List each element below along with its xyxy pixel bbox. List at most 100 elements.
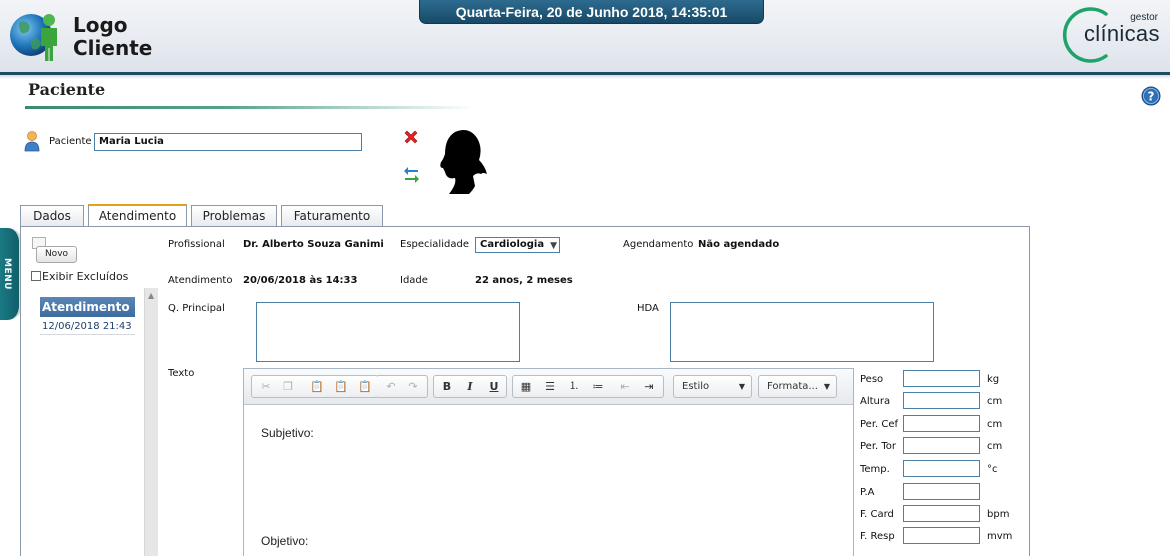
swap-arrows-icon[interactable] xyxy=(403,164,420,184)
vital-f-resp-input[interactable] xyxy=(903,527,980,544)
vital-temp-unit: °c xyxy=(987,464,998,475)
style-dropdown-label: Estilo xyxy=(682,381,710,392)
insert-group: ▦ ☰ ⒈ ≔ ⇤ ⇥ xyxy=(512,375,664,398)
patient-input[interactable]: Maria Lucia xyxy=(94,133,362,151)
hda-textarea[interactable] xyxy=(670,302,934,362)
vital-altura-label: Altura xyxy=(860,396,891,407)
vertical-scrollbar[interactable] xyxy=(144,288,158,556)
vital-per-cef-label: Per. Cef xyxy=(860,419,899,430)
horizontal-rule-icon[interactable]: ☰ xyxy=(540,379,560,395)
idade-label: Idade xyxy=(400,275,428,286)
clipboard-group: ✂ ❐ 📋 📋 📋 xyxy=(251,375,379,398)
bold-icon[interactable]: B xyxy=(437,379,457,395)
format-group: B I U xyxy=(433,375,507,398)
vital-f-card-label: F. Card xyxy=(860,509,894,520)
vital-f-card-unit: bpm xyxy=(987,509,1010,520)
tab-atendimento[interactable]: Atendimento xyxy=(88,204,187,226)
vital-f-resp-unit: mvm xyxy=(987,531,1013,542)
table-icon[interactable]: ▦ xyxy=(516,379,536,395)
vital-temp-input[interactable] xyxy=(903,460,980,477)
help-icon[interactable]: ? xyxy=(1141,86,1161,106)
copy-icon[interactable]: ❐ xyxy=(278,379,298,395)
vital-f-card-input[interactable] xyxy=(903,505,980,522)
vital-peso-unit: kg xyxy=(987,374,1000,385)
profissional-label: Profissional xyxy=(168,239,225,250)
especialidade-label: Especialidade xyxy=(400,239,469,250)
vital-per-tor-label: Per. Tor xyxy=(860,441,897,452)
numbered-list-icon[interactable]: ⒈ xyxy=(564,379,584,395)
chevron-down-icon: ▼ xyxy=(550,241,557,251)
q-principal-textarea[interactable] xyxy=(256,302,520,362)
app-header: Logo Cliente Quarta-Feira, 20 de Junho 2… xyxy=(0,0,1170,72)
show-excluded-checkbox[interactable] xyxy=(31,271,41,281)
vital-altura-input[interactable] xyxy=(903,392,980,409)
q-principal-label: Q. Principal xyxy=(168,303,225,314)
editor-line-subjetivo[interactable]: Subjetivo: xyxy=(261,426,314,440)
vital-peso-label: Peso xyxy=(860,374,884,385)
svg-text:?: ? xyxy=(1148,90,1155,104)
brand-big-text: clínicas xyxy=(1084,21,1160,46)
menu-label: MENU xyxy=(2,258,12,290)
tab-dados[interactable]: Dados xyxy=(20,205,84,226)
editor-line-objetivo[interactable]: Objetivo: xyxy=(261,534,308,548)
redo-icon[interactable]: ↷ xyxy=(403,379,423,395)
especialidade-value: Cardiologia xyxy=(480,239,545,250)
vital-pa-label: P.A xyxy=(860,487,875,498)
vital-pa-input[interactable] xyxy=(903,483,980,500)
list-item[interactable]: 12/06/2018 21:43 xyxy=(42,321,132,332)
chevron-down-icon: ▼ xyxy=(823,382,830,391)
patient-label: Paciente xyxy=(49,136,92,147)
history-group: ↶ ↷ xyxy=(378,375,428,398)
new-button-label: Novo xyxy=(36,246,77,263)
show-excluded-label: Exibir Excluídos xyxy=(42,270,129,283)
title-underline xyxy=(25,106,475,109)
style-dropdown[interactable]: Estilo ▼ xyxy=(673,375,752,398)
side-menu-toggle[interactable]: MENU xyxy=(0,228,22,320)
undo-icon[interactable]: ↶ xyxy=(381,379,401,395)
show-excluded-option[interactable]: Exibir Excluídos xyxy=(31,270,128,283)
outdent-icon[interactable]: ⇤ xyxy=(615,379,635,395)
texto-label: Texto xyxy=(168,368,195,379)
editor-toolbar: ✂ ❐ 📋 📋 📋 ↶ ↷ B I U ▦ ☰ ⒈ ≔ ⇤ ⇥ Estilo ▼ xyxy=(244,369,853,405)
list-divider xyxy=(40,334,135,335)
underline-icon[interactable]: U xyxy=(484,379,504,395)
agendamento-value: Não agendado xyxy=(698,239,780,250)
user-icon xyxy=(24,131,40,152)
indent-icon[interactable]: ⇥ xyxy=(639,379,659,395)
paste-word-icon[interactable]: 📋 xyxy=(355,379,375,395)
vital-per-cef-input[interactable] xyxy=(903,415,980,432)
new-record-button[interactable]: Novo xyxy=(32,237,77,263)
format-dropdown-label: Formata... xyxy=(767,381,818,392)
datetime-banner: Quarta-Feira, 20 de Junho 2018, 14:35:01 xyxy=(419,0,764,24)
bullet-list-icon[interactable]: ≔ xyxy=(588,379,608,395)
header-shadow xyxy=(0,75,1170,79)
agendamento-label: Agendamento xyxy=(623,239,694,250)
brand-logo: gestor clínicas xyxy=(1058,6,1162,64)
atendimento-label: Atendimento xyxy=(168,275,233,286)
vital-f-resp-label: F. Resp xyxy=(860,531,895,542)
vital-per-tor-unit: cm xyxy=(987,441,1003,452)
logo-line-1: Logo xyxy=(73,13,128,37)
paste-icon[interactable]: 📋 xyxy=(307,379,327,395)
patient-silhouette[interactable] xyxy=(433,126,487,194)
tab-problemas[interactable]: Problemas xyxy=(191,205,277,226)
rich-text-editor: ✂ ❐ 📋 📋 📋 ↶ ↷ B I U ▦ ☰ ⒈ ≔ ⇤ ⇥ Estilo ▼ xyxy=(243,368,854,556)
logo-line-2: Cliente xyxy=(73,36,153,60)
scroll-up-icon[interactable]: ▲ xyxy=(148,291,154,300)
chevron-down-icon: ▼ xyxy=(738,382,745,391)
vital-per-tor-input[interactable] xyxy=(903,437,980,454)
vital-altura-unit: cm xyxy=(987,396,1003,407)
vital-peso-input[interactable] xyxy=(903,370,980,387)
paste-text-icon[interactable]: 📋 xyxy=(331,379,351,395)
close-icon[interactable] xyxy=(403,129,419,145)
cut-icon[interactable]: ✂ xyxy=(256,379,276,395)
especialidade-select[interactable]: Cardiologia ▼ xyxy=(475,237,560,253)
hda-label: HDA xyxy=(637,303,659,314)
tab-faturamento[interactable]: Faturamento xyxy=(281,205,383,226)
format-dropdown[interactable]: Formata... ▼ xyxy=(758,375,837,398)
vital-per-cef-unit: cm xyxy=(987,419,1003,430)
globe-person-icon xyxy=(10,14,57,61)
atendimento-value: 20/06/2018 às 14:33 xyxy=(243,275,358,286)
italic-icon[interactable]: I xyxy=(460,379,480,395)
vital-temp-label: Temp. xyxy=(860,464,890,475)
